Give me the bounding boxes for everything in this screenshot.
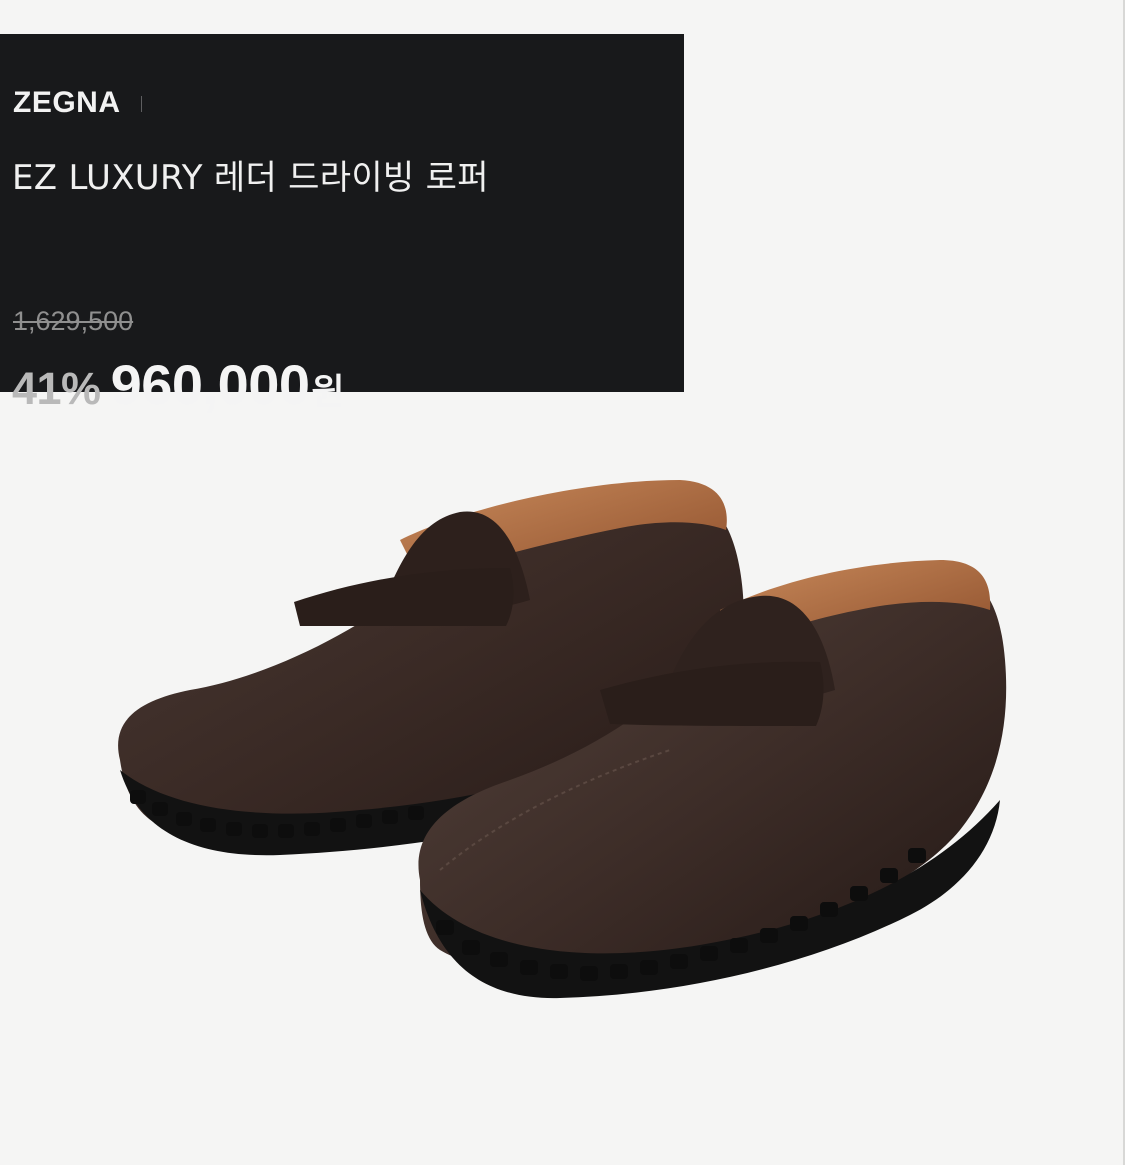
product-title[interactable]: EZ LUXURY 레더 드라이빙 로퍼	[12, 150, 489, 199]
product-image[interactable]	[80, 450, 1040, 1070]
price-row: 41% 960,000 원	[12, 352, 345, 417]
currency-unit: 원	[311, 372, 345, 413]
discount-rate: 41%	[12, 363, 101, 414]
original-price: 1,629,500	[13, 306, 134, 336]
sale-price: 960,000	[110, 353, 310, 416]
product-info-panel: ZEGNA EZ LUXURY 레더 드라이빙 로퍼 1,629,500 41%…	[0, 34, 684, 416]
brand-divider	[140, 96, 142, 112]
brand-row: ZEGNA	[13, 86, 142, 120]
product-card[interactable]: ZEGNA EZ LUXURY 레더 드라이빙 로퍼 1,629,500 41%…	[0, 0, 1125, 1165]
brand-name[interactable]: ZEGNA	[13, 86, 121, 120]
